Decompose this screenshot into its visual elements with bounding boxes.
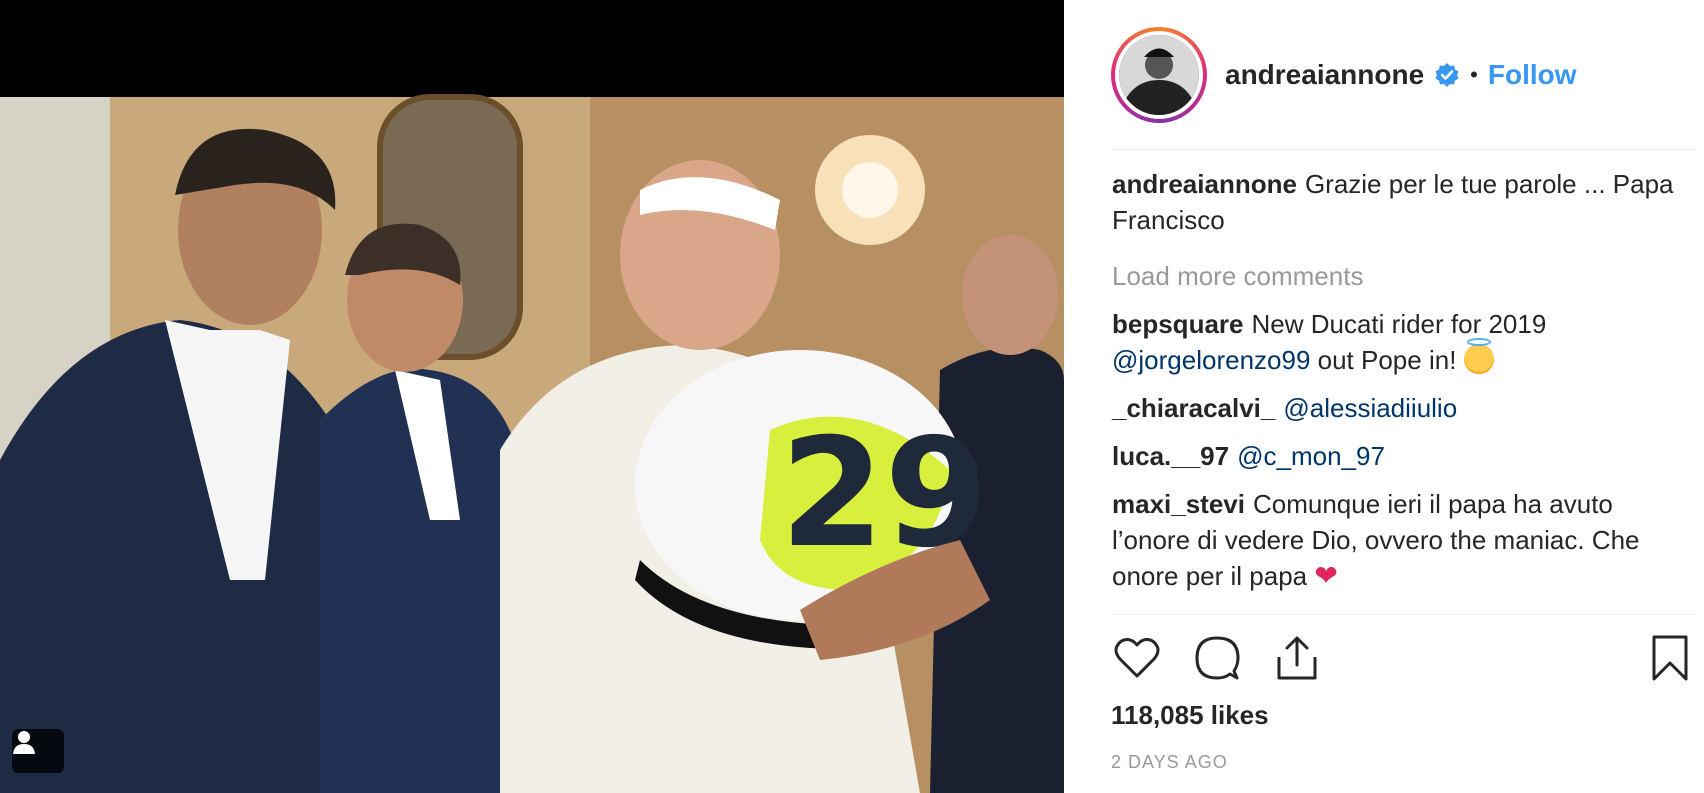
comment-username[interactable]: bepsquare xyxy=(1112,309,1244,339)
action-bar xyxy=(1111,632,1696,684)
comments-list: andreaiannone Grazie per le tue parole ..… xyxy=(1112,166,1692,606)
comment-username[interactable]: luca.__97 xyxy=(1112,441,1229,471)
heart-icon xyxy=(1114,637,1160,678)
user-tag-icon xyxy=(13,731,35,754)
save-button[interactable] xyxy=(1644,632,1696,684)
comment-username[interactable]: _chiaracalvi_ xyxy=(1112,393,1275,423)
likes-count[interactable]: 118,085 likes xyxy=(1111,700,1269,731)
post-photo[interactable]: 29 xyxy=(0,0,1064,793)
divider xyxy=(1111,614,1696,615)
caption-username[interactable]: andreaiannone xyxy=(1112,169,1297,199)
comment-username[interactable]: maxi_stevi xyxy=(1112,489,1245,519)
post-timestamp[interactable]: 2 DAYS AGO xyxy=(1111,752,1228,773)
follow-button[interactable]: Follow xyxy=(1488,59,1577,91)
photo-scene: 29 xyxy=(0,0,1064,793)
post-caption: andreaiannone Grazie per le tue parole ..… xyxy=(1112,166,1692,238)
user-tag-button[interactable] xyxy=(12,729,64,773)
comment-mention[interactable]: @jorgelorenzo99 xyxy=(1112,345,1310,375)
comment-button[interactable] xyxy=(1191,632,1243,684)
bookmark-icon xyxy=(1652,635,1688,681)
comment-item: _chiaracalvi_ @alessiadiiulio xyxy=(1112,390,1692,426)
avatar-story-ring[interactable] xyxy=(1111,26,1207,123)
comment-mention[interactable]: @c_mon_97 xyxy=(1237,441,1385,471)
red-heart-emoji-icon: ❤ xyxy=(1314,560,1338,591)
separator-dot: • xyxy=(1470,61,1478,87)
comment-item: maxi_stevi Comunque ieri il papa ha avuto… xyxy=(1112,486,1692,594)
comment-item: luca.__97 @c_mon_97 xyxy=(1112,438,1692,474)
smiling-face-with-halo-emoji-icon xyxy=(1463,338,1494,374)
avatar[interactable] xyxy=(1119,34,1199,115)
comment-item: bepsquare New Ducati rider for 2019 @jorg… xyxy=(1112,306,1692,378)
post-header: andreaiannone • Follow xyxy=(1111,24,1696,150)
author-username[interactable]: andreaiannone xyxy=(1225,59,1424,91)
post-sidebar: andreaiannone • Follow andreaiannone Graz… xyxy=(1064,0,1704,793)
load-more-comments-button[interactable]: Load more comments xyxy=(1112,258,1692,294)
comment-text: New Ducati rider for 2019 xyxy=(1251,309,1547,339)
comment-icon xyxy=(1195,636,1240,680)
share-button[interactable] xyxy=(1271,632,1323,684)
comment-text: out Pope in! xyxy=(1317,345,1457,375)
verified-badge-icon xyxy=(1435,62,1459,87)
share-icon xyxy=(1277,636,1317,680)
like-button[interactable] xyxy=(1111,632,1163,684)
comment-mention[interactable]: @alessiadiiulio xyxy=(1283,393,1457,423)
instagram-post: 29 andreaiannone • Follow andreaiannone … xyxy=(0,0,1704,793)
